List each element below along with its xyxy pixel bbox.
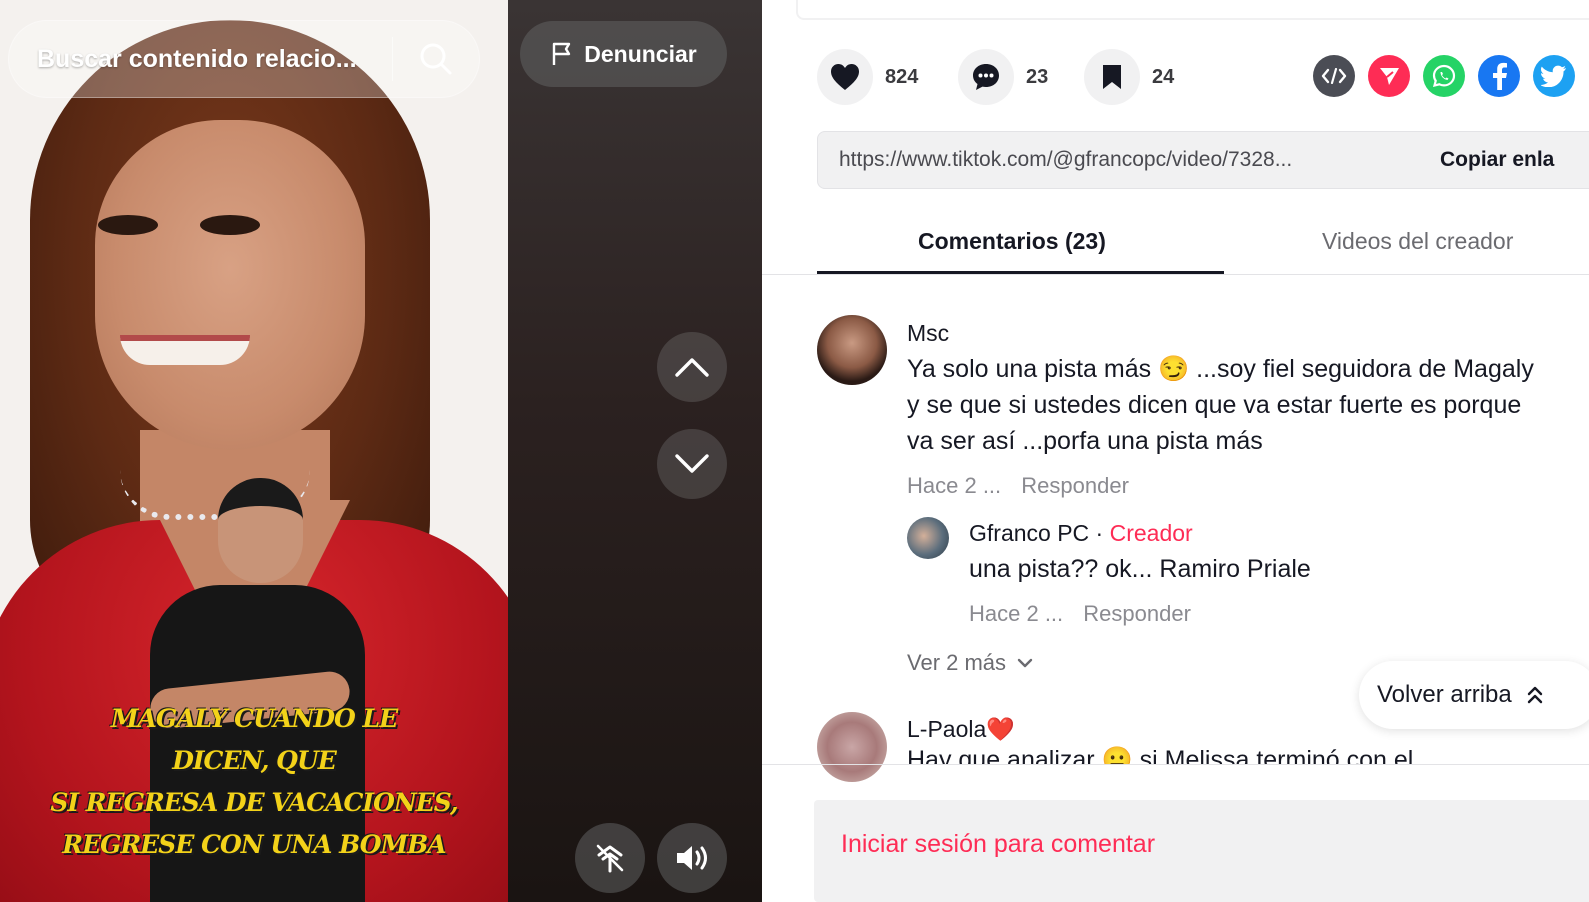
name-separator: · xyxy=(1089,520,1110,546)
view-more-label: Ver 2 más xyxy=(907,650,1007,675)
reply-username[interactable]: Gfranco PC xyxy=(969,520,1089,546)
search-button[interactable] xyxy=(393,20,479,98)
volume-icon xyxy=(677,846,707,870)
like-button[interactable] xyxy=(817,49,873,105)
back-to-top-label: Volver arriba xyxy=(1377,681,1512,708)
video-link-url[interactable]: https://www.tiktok.com/@gfrancopc/video/… xyxy=(818,148,1418,172)
comment-username[interactable]: L-Paola❤️ xyxy=(907,716,1015,743)
like-action[interactable]: 824 xyxy=(817,49,918,105)
reply-text: una pista?? ok... Ramiro Priale xyxy=(969,555,1311,583)
back-to-top-button[interactable]: Volver arriba xyxy=(1359,661,1589,729)
comment-timestamp: Hace 2 ... xyxy=(907,473,1002,498)
twitter-share-button[interactable] xyxy=(1533,55,1575,97)
save-button[interactable] xyxy=(1084,49,1140,105)
whatsapp-icon xyxy=(1432,64,1456,88)
volume-button[interactable] xyxy=(657,823,727,893)
comment-action[interactable]: 23 xyxy=(958,49,1048,105)
video-person-eye-left xyxy=(98,215,158,235)
video-caption-line: DICEN, QUE xyxy=(172,746,337,775)
whatsapp-share-button[interactable] xyxy=(1423,55,1465,97)
description-card-edge xyxy=(796,0,1589,20)
reply-meta: Hace 2 ... Responder xyxy=(969,601,1205,627)
video-person-smile xyxy=(120,335,250,365)
comment-count: 23 xyxy=(1026,65,1049,88)
search-icon xyxy=(420,43,452,75)
report-button[interactable]: Denunciar xyxy=(520,21,727,87)
video-frame[interactable]: MAGALY CUANDO LE DICEN, QUE SI REGRESA D… xyxy=(0,0,508,902)
video-person-face xyxy=(95,120,365,450)
login-to-comment-link[interactable]: Iniciar sesión para comentar xyxy=(841,830,1155,859)
video-person-eye-right xyxy=(200,215,260,235)
bookmark-icon xyxy=(1103,65,1121,89)
facebook-share-button[interactable] xyxy=(1478,55,1520,97)
tabs-divider xyxy=(762,274,1589,275)
creator-badge: Creador xyxy=(1109,520,1193,546)
details-panel: 824 23 24 https://www.tiktok.com/@gfranc… xyxy=(762,0,1589,902)
comment-icon xyxy=(973,64,999,90)
save-action[interactable]: 24 xyxy=(1084,49,1174,105)
floating-player-button[interactable] xyxy=(575,823,645,893)
copy-link-button[interactable]: Copiar enla xyxy=(1440,148,1554,172)
heart-icon xyxy=(831,64,859,90)
comment-meta: Hace 2 ... Responder xyxy=(907,473,1143,499)
tab-creator-videos[interactable]: Videos del creador xyxy=(1322,228,1513,255)
comment-text: Hay que analizar 😐 si Melissa terminó co… xyxy=(907,746,1414,764)
embed-share-button[interactable] xyxy=(1313,55,1355,97)
comment-button[interactable] xyxy=(958,49,1014,105)
send-share-button[interactable] xyxy=(1368,55,1410,97)
flag-icon xyxy=(553,42,571,65)
chevron-down-icon xyxy=(675,454,709,473)
reply-button[interactable]: Responder xyxy=(1083,601,1191,626)
video-player[interactable]: MAGALY CUANDO LE DICEN, QUE SI REGRESA D… xyxy=(0,0,762,902)
comment-username[interactable]: Msc xyxy=(907,320,949,347)
save-count: 24 xyxy=(1152,65,1175,88)
related-search-input[interactable]: Buscar contenido relacio... xyxy=(9,45,392,74)
float-player-icon xyxy=(596,844,624,873)
avatar[interactable] xyxy=(817,712,887,782)
avatar[interactable] xyxy=(907,517,949,559)
video-caption-line: MAGALY CUANDO LE xyxy=(110,704,398,733)
view-more-replies-button[interactable]: Ver 2 más xyxy=(907,650,1034,676)
video-caption-line: SI REGRESA DE VACACIONES, xyxy=(50,788,458,817)
previous-video-button[interactable] xyxy=(657,332,727,402)
panel-tabs: Comentarios (23) Videos del creador xyxy=(817,210,1589,276)
twitter-icon xyxy=(1541,65,1566,87)
video-signer-head xyxy=(218,478,303,583)
related-search-box[interactable]: Buscar contenido relacio... xyxy=(8,20,480,98)
double-chevron-up-icon xyxy=(1527,686,1542,704)
reply-username-line: Gfranco PC · Creador xyxy=(969,520,1193,547)
comment-text: Ya solo una pista más 😏 ...soy fiel segu… xyxy=(907,355,1534,455)
reply-button[interactable]: Responder xyxy=(1021,473,1129,498)
chevron-up-icon xyxy=(675,358,709,377)
report-button-label: Denunciar xyxy=(584,40,697,67)
next-video-button[interactable] xyxy=(657,429,727,499)
video-caption-line: REGRESE CON UNA BOMBA xyxy=(62,830,446,859)
comments-divider xyxy=(762,764,1589,765)
login-to-comment-bar[interactable]: Iniciar sesión para comentar xyxy=(814,800,1589,902)
facebook-icon xyxy=(1493,62,1507,90)
send-icon xyxy=(1380,68,1399,85)
avatar[interactable] xyxy=(817,315,887,385)
tab-comments[interactable]: Comentarios (23) xyxy=(918,228,1106,255)
reply-timestamp: Hace 2 ... xyxy=(969,601,1064,626)
like-count: 824 xyxy=(885,65,919,88)
video-link-box: https://www.tiktok.com/@gfrancopc/video/… xyxy=(817,131,1589,189)
chevron-down-icon xyxy=(1017,658,1033,668)
embed-icon xyxy=(1321,68,1347,84)
